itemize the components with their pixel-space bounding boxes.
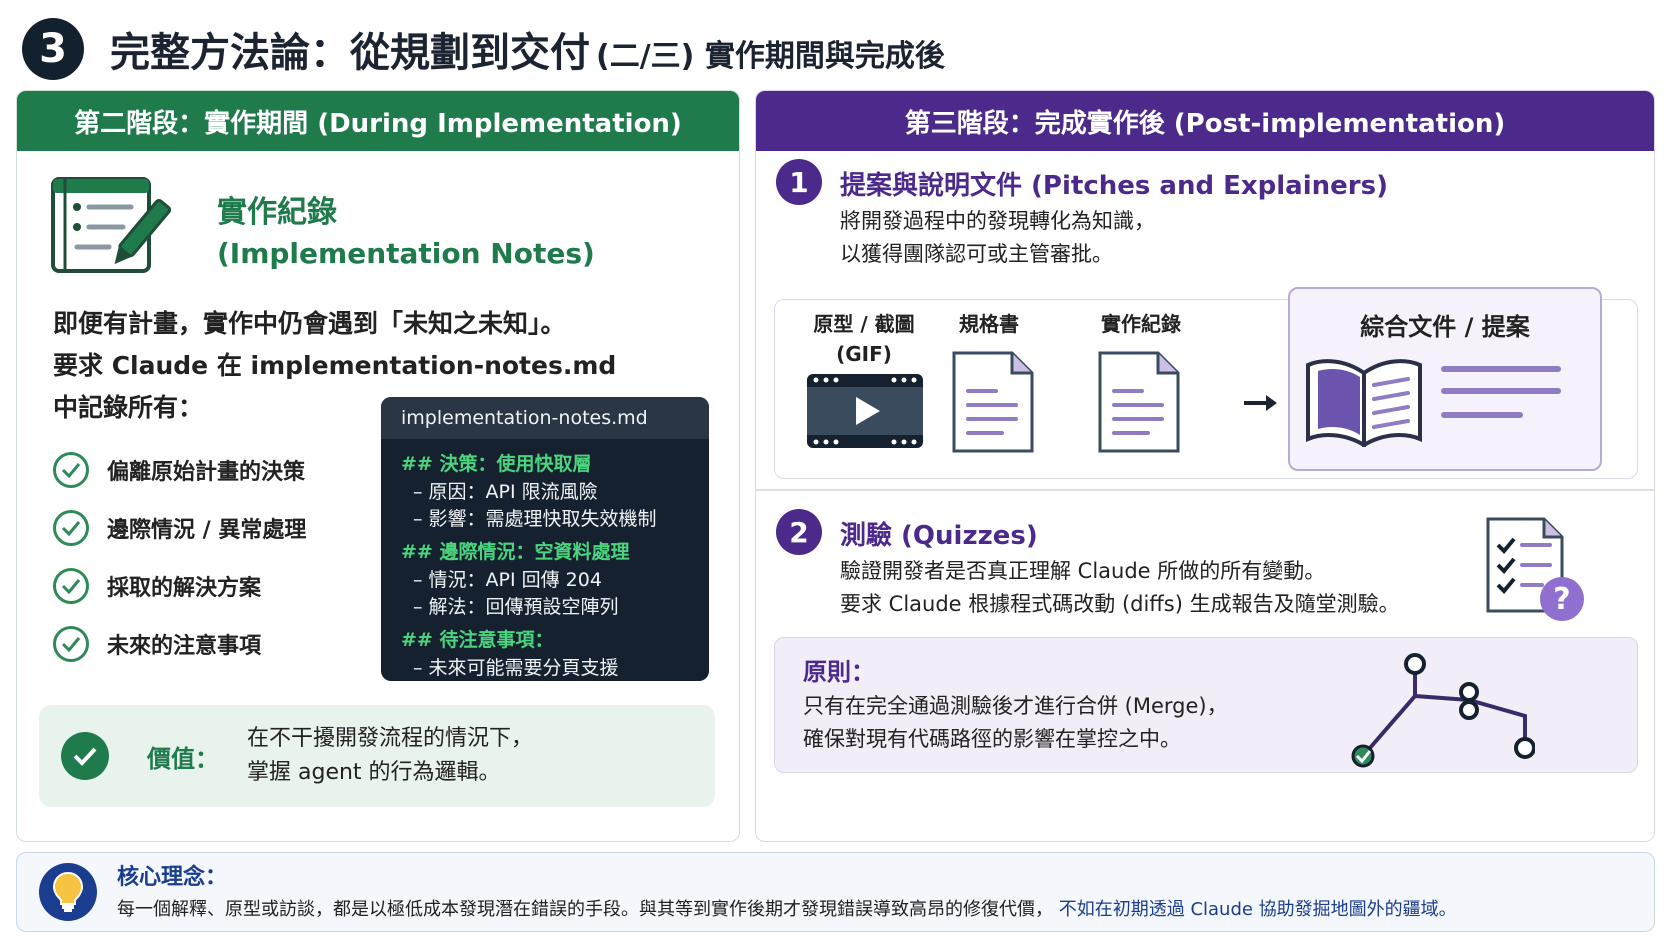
quizzes-title: 測驗 (Quizzes) <box>840 521 1038 551</box>
merge-path-icon <box>1335 644 1536 772</box>
stage-two-panel: 第二階段：實作期間 (During Implementation) 實作紀錄 (… <box>16 90 740 842</box>
synthesis-title: 綜合文件 / 提案 <box>1360 313 1530 341</box>
document-icon <box>1098 351 1180 457</box>
code-heading: ## 邊際情況：空資料處理 <box>401 541 630 563</box>
check-icon <box>53 452 89 488</box>
video-icon <box>806 373 924 453</box>
record-checklist: 偏離原始計畫的決策 邊際情況 / 異常處理 採取的解決方案 未來的注意事項 <box>53 441 306 673</box>
value-text: 在不干擾開發流程的情況下， 掌握 agent 的行為邏輯。 <box>247 722 533 790</box>
prototype-label-line: (GIF) <box>836 342 892 366</box>
checklist-item: 採取的解決方案 <box>53 557 306 615</box>
section-divider <box>756 489 1654 491</box>
checklist-label: 採取的解決方案 <box>107 576 262 601</box>
check-icon <box>61 732 109 780</box>
checklist-item: 未來的注意事項 <box>53 615 306 673</box>
pitches-desc: 將開發過程中的發現轉化為知識， 以獲得團隊認可或主管審批。 <box>840 205 1155 271</box>
stage-three-header: 第三階段：完成實作後 (Post-implementation) <box>756 91 1654 151</box>
value-line: 掌握 agent 的行為邏輯。 <box>247 760 501 785</box>
notes-label: 實作紀錄 <box>1101 312 1181 336</box>
core-text: 每一個解釋、原型或訪談，都是以極低成本發現潛在錯誤的手段。與其等到實作後期才發現… <box>117 895 1457 921</box>
file-tab: implementation-notes.md <box>381 397 709 439</box>
code-line: – 解法：回傳預設空陣列 <box>413 596 619 618</box>
value-line: 在不干擾開發流程的情況下， <box>247 726 534 751</box>
prototype-label: 原型 / 截圖 (GIF) <box>794 309 934 369</box>
intro-line: 要求 Claude 在 implementation-notes.md <box>53 351 617 380</box>
code-line: – 情況：API 回傳 204 <box>413 569 602 591</box>
spec-label: 規格書 <box>959 312 1019 336</box>
code-heading: ## 待注意事項： <box>401 629 554 651</box>
open-book-icon <box>1304 355 1424 451</box>
notes-file-preview: implementation-notes.md ## 決策：使用快取層 – 原因… <box>381 397 709 681</box>
core-concept-box: 核心理念： 每一個解釋、原型或訪談，都是以極低成本發現潛在錯誤的手段。與其等到實… <box>16 852 1655 932</box>
text-lines-icon <box>1440 363 1564 427</box>
prototype-label-line: 原型 / 截圖 <box>813 312 915 336</box>
section-number-badge: 1 <box>776 159 822 205</box>
synthesis-card: 綜合文件 / 提案 <box>1288 287 1602 471</box>
notebook-pen-icon <box>51 177 172 281</box>
implementation-notes-title: 實作紀錄 (Implementation Notes) <box>217 187 595 270</box>
document-icon <box>952 351 1034 457</box>
checklist-label: 邊際情況 / 異常處理 <box>107 518 307 543</box>
code-line: – 未來可能需要分頁支援 <box>413 657 619 679</box>
desc-line: 將開發過程中的發現轉化為知識， <box>840 209 1155 233</box>
file-content: ## 決策：使用快取層 – 原因：API 限流風險 – 影響：需處理快取失效機制… <box>381 439 709 681</box>
page-title: 完整方法論：從規劃到交付 (二/三) 實作期間與完成後 <box>110 20 945 78</box>
section-number-badge: 2 <box>776 509 822 555</box>
step-number-badge: 3 <box>22 18 84 80</box>
page-title-main: 完整方法論：從規劃到交付 <box>110 30 590 76</box>
svg-text:?: ? <box>1553 582 1570 617</box>
code-heading: ## 決策：使用快取層 <box>401 453 592 475</box>
checklist-label: 未來的注意事項 <box>107 634 262 659</box>
arrow-right-icon <box>1242 393 1278 417</box>
value-callout: 價值： 在不干擾開發流程的情況下， 掌握 agent 的行為邏輯。 <box>39 705 715 807</box>
code-line: – 影響：需處理快取失效機制 <box>413 508 657 530</box>
core-text-main: 每一個解釋、原型或訪談，都是以極低成本發現潛在錯誤的手段。與其等到實作後期才發現… <box>117 899 1053 920</box>
quiz-checklist-icon: ? <box>1484 515 1594 629</box>
checklist-item: 邊際情況 / 異常處理 <box>53 499 306 557</box>
check-icon <box>53 568 89 604</box>
stage-two-header: 第二階段：實作期間 (During Implementation) <box>17 91 739 151</box>
check-icon <box>53 510 89 546</box>
checklist-item: 偏離原始計畫的決策 <box>53 441 306 499</box>
code-line: – 原因：API 限流風險 <box>413 481 598 503</box>
notes-title-en: (Implementation Notes) <box>217 237 595 270</box>
checklist-label: 偏離原始計畫的決策 <box>107 460 306 485</box>
core-text-highlight: 不如在初期透過 Claude 協助發掘地圖外的疆域。 <box>1053 899 1457 920</box>
desc-line: 驗證開發者是否真正理解 Claude 所做的所有變動。 <box>840 559 1326 583</box>
desc-line: 以獲得團隊認可或主管審批。 <box>840 242 1113 266</box>
lightbulb-icon <box>39 863 97 921</box>
intro-line: 即便有計畫，實作中仍會遇到「未知之未知」。 <box>53 309 566 338</box>
principle-line: 只有在完全通過測驗後才進行合併 (Merge)， <box>803 694 1228 718</box>
principle-text: 只有在完全通過測驗後才進行合併 (Merge)， 確保對現有代碼路徑的影響在掌控… <box>803 690 1228 756</box>
value-label: 價值： <box>147 744 219 773</box>
principle-title: 原則： <box>803 658 875 686</box>
principle-callout: 原則： 只有在完全通過測驗後才進行合併 (Merge)， 確保對現有代碼路徑的影… <box>774 637 1638 773</box>
principle-line: 確保對現有代碼路徑的影響在掌控之中。 <box>803 727 1181 751</box>
quizzes-desc: 驗證開發者是否真正理解 Claude 所做的所有變動。 要求 Claude 根據… <box>840 555 1400 621</box>
desc-line: 要求 Claude 根據程式碼改動 (diffs) 生成報告及隨堂測驗。 <box>840 592 1400 616</box>
check-icon <box>53 626 89 662</box>
notes-title-zh: 實作紀錄 <box>217 195 337 230</box>
pitches-title: 提案與說明文件 (Pitches and Explainers) <box>840 171 1388 201</box>
stage-three-panel: 第三階段：完成實作後 (Post-implementation) 1 提案與說明… <box>755 90 1655 842</box>
page-title-bar: 3 完整方法論：從規劃到交付 (二/三) 實作期間與完成後 <box>22 14 945 84</box>
page-title-sub: (二/三) 實作期間與完成後 <box>596 39 945 74</box>
core-title: 核心理念： <box>117 865 228 890</box>
